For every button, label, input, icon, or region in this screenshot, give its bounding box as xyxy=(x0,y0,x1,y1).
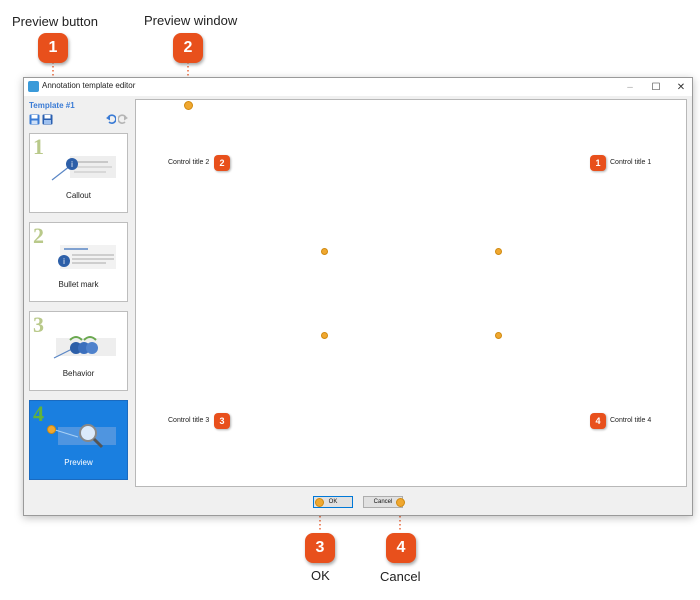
undo-icon[interactable] xyxy=(106,114,116,124)
card-number: 4 xyxy=(33,401,44,426)
anchor-dot-ok xyxy=(315,498,324,507)
maximize-button[interactable]: ☐ xyxy=(644,79,668,95)
anchor-dot-preview-button xyxy=(47,425,56,434)
control-badge-3: 3 xyxy=(214,413,230,429)
control-title-2: Control title 2 xyxy=(168,159,210,166)
svg-text:i: i xyxy=(71,160,73,169)
callout-preview-icon: i xyxy=(51,156,116,181)
behavior-preview-icon xyxy=(53,336,116,359)
card-number: 1 xyxy=(33,134,44,159)
card-number: 2 xyxy=(33,223,44,248)
callout-label-preview-window: Preview window xyxy=(144,13,238,28)
title-bar: Annotation template editor – ☐ ✕ xyxy=(24,78,692,96)
svg-text:i: i xyxy=(63,257,65,266)
anchor-dot-control-2 xyxy=(321,248,328,255)
anchor-dot-control-1 xyxy=(495,248,502,255)
annotation-template-editor-window: Annotation template editor – ☐ ✕ Templat… xyxy=(23,77,693,516)
minimize-button[interactable]: – xyxy=(618,79,642,95)
card-label: Preview xyxy=(64,458,93,467)
anchor-dot-preview-window xyxy=(184,101,193,110)
card-bullet-mark[interactable]: 2 i Bullet mark xyxy=(29,222,128,302)
callout-badge-1: 1 xyxy=(38,33,68,63)
control-title-3: Control title 3 xyxy=(168,417,210,424)
close-button[interactable]: ✕ xyxy=(669,79,693,95)
card-behavior[interactable]: 3 Behavior xyxy=(29,311,128,391)
card-label: Callout xyxy=(66,191,91,200)
card-label: Behavior xyxy=(62,369,95,378)
redo-icon[interactable] xyxy=(118,114,128,124)
control-badge-4: 4 xyxy=(590,413,606,429)
card-number: 3 xyxy=(33,312,44,337)
callout-badge-4: 4 xyxy=(386,533,416,563)
callout-badge-2: 2 xyxy=(173,33,203,63)
window-title: Annotation template editor xyxy=(42,81,136,90)
callout-label-cancel: Cancel xyxy=(380,569,421,584)
callout-label-ok: OK xyxy=(311,568,330,583)
control-badge-2: 2 xyxy=(214,155,230,171)
save-icon[interactable] xyxy=(29,114,40,125)
card-callout[interactable]: 1 i Callout xyxy=(29,133,128,213)
anchor-dot-control-3 xyxy=(321,332,328,339)
callout-label-preview-button: Preview button xyxy=(12,14,98,29)
preview-button[interactable]: 4 Preview xyxy=(29,400,128,480)
callout-badge-3: 3 xyxy=(305,533,335,563)
control-title-1: Control title 1 xyxy=(610,159,652,166)
app-icon xyxy=(28,81,39,92)
anchor-dot-control-4 xyxy=(495,332,502,339)
template-title: Template #1 xyxy=(29,101,75,110)
anchor-dot-cancel xyxy=(396,498,405,507)
control-badge-1: 1 xyxy=(590,155,606,171)
save-as-icon[interactable] xyxy=(42,114,53,125)
magnifier-icon xyxy=(51,424,116,449)
bullet-mark-preview-icon: i xyxy=(58,245,116,269)
card-label: Bullet mark xyxy=(58,280,99,289)
control-title-4: Control title 4 xyxy=(610,417,652,424)
